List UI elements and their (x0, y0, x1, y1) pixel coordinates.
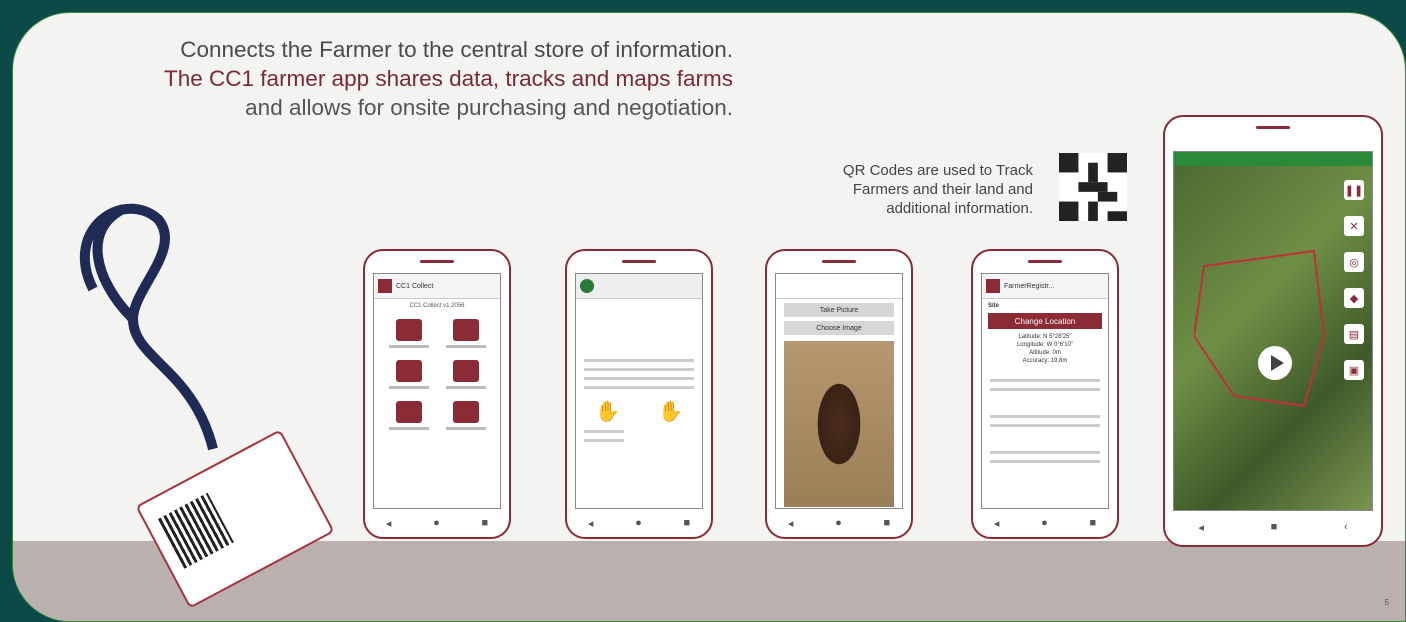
menu-tile[interactable] (380, 360, 437, 389)
delete-button[interactable]: ▤ (1344, 324, 1364, 344)
headline: Connects the Farmer to the central store… (164, 35, 733, 122)
layers-button[interactable]: ◆ (1344, 288, 1364, 308)
app-logo-icon (378, 279, 392, 293)
page-number: 5 (1384, 598, 1389, 607)
recent-icon: ■ (481, 517, 489, 529)
phone-photo: Take Picture Choose Image ◂ ● ■ (765, 249, 913, 539)
lanyard-icon (79, 203, 218, 451)
farm-boundary (1194, 249, 1326, 408)
badge-qr-icon (158, 492, 234, 569)
farmer-photo (784, 341, 894, 507)
swipe-hand-icon: ✋ (658, 401, 683, 423)
target-button[interactable]: ◎ (1344, 252, 1364, 272)
qr-code-icon (1059, 153, 1127, 221)
save-button[interactable]: ▣ (1344, 360, 1364, 380)
menu-tile[interactable] (380, 401, 437, 430)
menu-tile[interactable] (437, 401, 494, 430)
change-location-button[interactable]: Change Location (988, 313, 1102, 329)
phone-swipe-tutorial: ✋ ✋ ◂ ● ■ (565, 249, 713, 539)
take-picture-button[interactable]: Take Picture (784, 303, 894, 317)
play-button[interactable] (1258, 346, 1292, 380)
menu-tile[interactable] (437, 319, 494, 348)
pause-button[interactable]: ❚❚ (1344, 180, 1364, 200)
headline-line-3: and allows for onsite purchasing and neg… (245, 95, 733, 120)
phone-registration: FarmerRegistr... Site Change Location La… (971, 249, 1119, 539)
satellite-map: ❚❚ ✕ ◎ ◆ ▤ ▣ (1174, 166, 1372, 510)
back-icon: ◂ (385, 517, 392, 530)
headline-line-1: Connects the Farmer to the central store… (180, 37, 733, 62)
phone-map-tracking: ❚❚ ✕ ◎ ◆ ▤ ▣ ◂ ■ ‹ (1163, 115, 1383, 547)
qr-caption: QR Codes are used to Track Farmers and t… (842, 162, 1033, 217)
erase-button[interactable]: ✕ (1344, 216, 1364, 236)
phone-collect-menu: CC1 Collect CC1 Collect v1.2056 ◂ ● ■ (363, 249, 511, 539)
choose-image-button[interactable]: Choose Image (784, 321, 894, 335)
headline-line-2: The CC1 farmer app shares data, tracks a… (164, 66, 733, 91)
menu-tile[interactable] (380, 319, 437, 348)
slide: Connects the Farmer to the central store… (12, 12, 1406, 622)
menu-tile[interactable] (437, 360, 494, 389)
swipe-hand-icon: ✋ (595, 401, 620, 423)
home-icon: ● (433, 517, 440, 529)
